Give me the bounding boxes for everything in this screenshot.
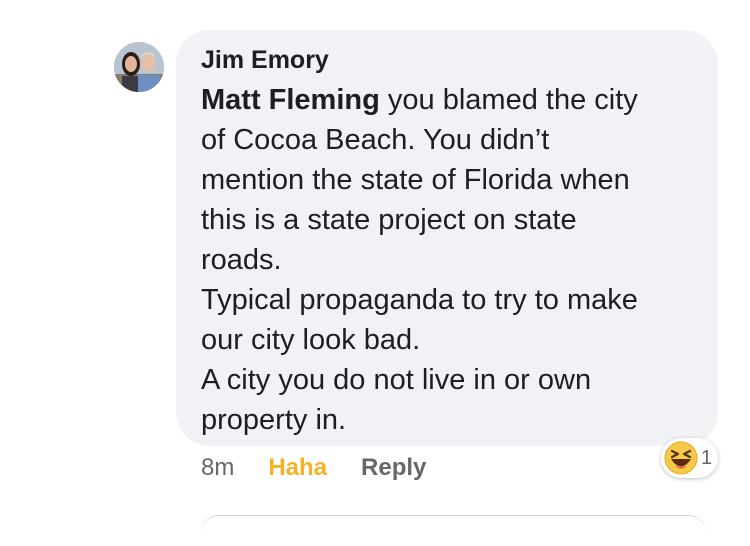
comment-line: property in. xyxy=(201,404,347,436)
haha-emoji-icon xyxy=(664,441,698,475)
comment-author[interactable]: Jim Emory xyxy=(201,46,329,75)
reaction-summary[interactable]: 1 xyxy=(661,438,719,478)
comment-line: Typical propaganda to try to make xyxy=(201,284,638,316)
haha-reaction-button[interactable]: Haha xyxy=(268,454,327,482)
mention-link[interactable]: Matt Fleming xyxy=(201,84,380,116)
avatar[interactable] xyxy=(114,42,164,92)
comment-line: roads. xyxy=(201,244,282,276)
comment-timestamp[interactable]: 8m xyxy=(201,454,234,482)
comment-line: our city look bad. xyxy=(201,324,421,356)
profile-photo-icon xyxy=(114,42,164,92)
comment-line: this is a state project on state xyxy=(201,204,577,236)
comment-line: mention the state of Florida when xyxy=(201,164,630,196)
next-comment-edge xyxy=(201,515,706,546)
reaction-count: 1 xyxy=(701,446,713,469)
comment-first-line: Matt Fleming you blamed the city xyxy=(201,80,706,120)
reply-button[interactable]: Reply xyxy=(361,454,426,482)
comment-line: A city you do not live in or own xyxy=(201,364,592,396)
comment-line: you blamed the city xyxy=(379,84,638,116)
comment-actions: 8m Haha Reply xyxy=(201,453,426,483)
comment-text: Matt Fleming you blamed the city of Coco… xyxy=(201,80,706,440)
comment-line: of Cocoa Beach. You didn’t xyxy=(201,124,550,156)
